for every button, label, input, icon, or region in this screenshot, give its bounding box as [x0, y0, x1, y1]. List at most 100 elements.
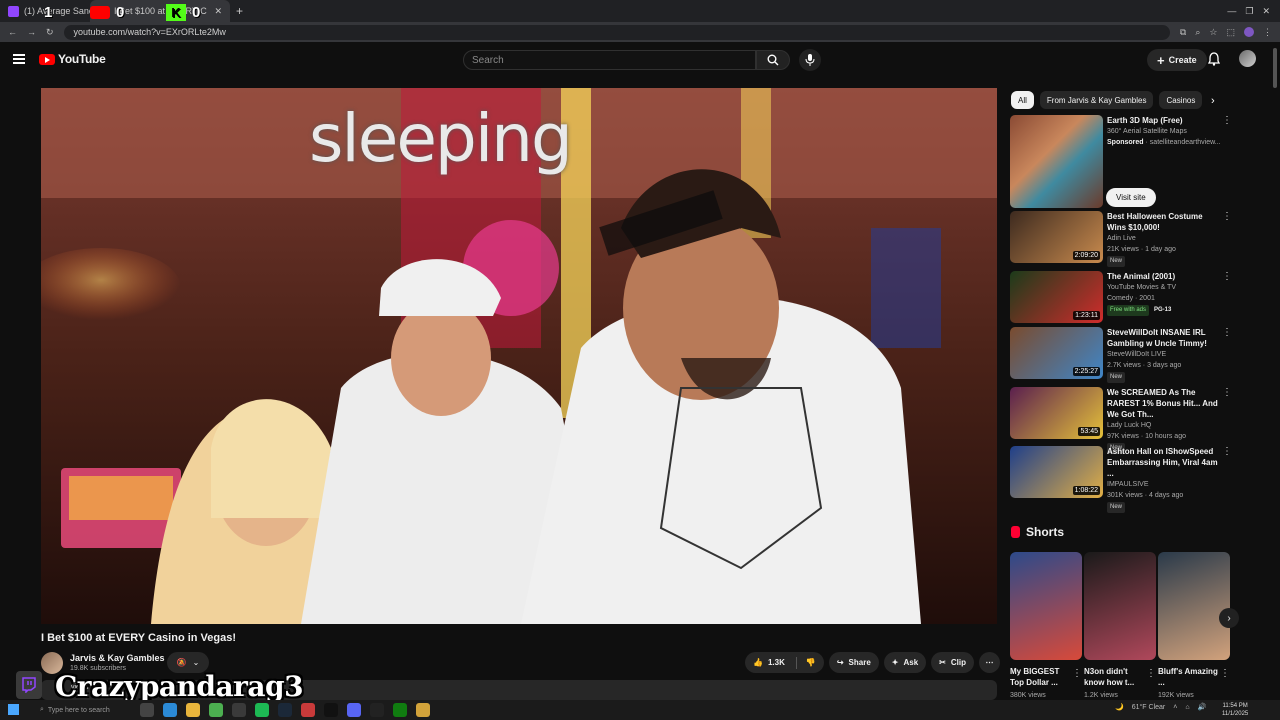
close-window-icon[interactable]: ✕ [1262, 6, 1270, 17]
short-title[interactable]: My BIGGEST Top Dollar ... [1010, 666, 1070, 688]
chip-from-channel[interactable]: From Jarvis & Kay Gambles [1039, 91, 1154, 109]
more-options-icon[interactable]: ⋮ [1222, 387, 1232, 398]
short-views: 192K views [1158, 692, 1194, 699]
minimize-icon[interactable]: — [1227, 6, 1236, 16]
chevron-up-icon[interactable]: ˄ [1173, 704, 1177, 711]
more-options-icon[interactable]: ⋮ [1222, 271, 1232, 282]
logo-text: YouTube [58, 52, 106, 66]
menu-icon[interactable] [13, 54, 25, 64]
spotify-icon[interactable] [255, 703, 269, 717]
more-options-icon[interactable]: ⋮ [1222, 211, 1232, 222]
recommendation-info: The Animal (2001) YouTube Movies & TV Come… [1107, 271, 1222, 323]
more-options-icon[interactable]: ⋮ [1222, 115, 1232, 126]
recommended-video[interactable]: 1:08:22 Ashton Hall on IShowSpeed Embarra… [1010, 446, 1232, 513]
close-tab-icon[interactable]: ✕ [214, 6, 222, 17]
more-options-icon[interactable]: ⋮ [1222, 446, 1232, 457]
short-title[interactable]: N3on didn't know how t... [1084, 666, 1144, 688]
search-placeholder: Search [472, 55, 504, 66]
video-thumbnail[interactable]: 2:25:27 [1010, 327, 1103, 379]
short-thumbnail[interactable] [1084, 552, 1156, 660]
maximize-icon[interactable]: ❐ [1245, 6, 1253, 17]
zoom-icon[interactable]: ⌕ [1195, 27, 1200, 38]
profile-icon[interactable] [1244, 27, 1254, 37]
taskbar-clock[interactable]: 11:54 PM 11/1/2025 [1222, 702, 1248, 718]
chrome-icon[interactable] [209, 703, 223, 717]
extensions-icon[interactable]: ⬚ [1226, 27, 1235, 38]
youtube-logo[interactable]: YouTube [39, 52, 106, 66]
bell-icon [1207, 52, 1221, 66]
recommendation-badge: New [1107, 372, 1126, 383]
like-button[interactable]: 👍 1.3K 👎 [745, 652, 824, 673]
video-thumbnail[interactable]: 53:45 [1010, 387, 1103, 439]
edge-icon[interactable] [163, 703, 177, 717]
browser-extensions: ⧉ ⌕ ☆ ⬚ ⋮ [1180, 27, 1272, 38]
kick-app-icon[interactable] [370, 703, 384, 717]
ad-domain: satelliteandearthview... [1149, 139, 1221, 146]
obs-icon[interactable] [232, 703, 246, 717]
voice-search-button[interactable] [799, 49, 821, 71]
taskbar-search[interactable]: ⌕ Type here to search [40, 703, 135, 717]
back-icon[interactable]: ← [8, 27, 17, 37]
new-tab-icon[interactable]: + [236, 4, 243, 18]
recommendation-channel: YouTube Movies & TV [1107, 284, 1177, 291]
chip-casinos[interactable]: Casinos [1159, 91, 1203, 109]
shorts-next-button[interactable]: › [1219, 608, 1239, 628]
create-button[interactable]: + Create [1147, 49, 1207, 71]
recommended-video[interactable]: 2:25:27 SteveWillDoIt INSANE IRL Gambling… [1010, 327, 1232, 383]
chip-all[interactable]: All [1011, 91, 1034, 109]
recommended-video[interactable]: 53:45 We SCREAMED As The RAREST 1% Bonus … [1010, 387, 1232, 454]
bookmark-star-icon[interactable]: ☆ [1209, 27, 1217, 38]
short-thumbnail[interactable] [1158, 552, 1230, 660]
recommendation-meta: 97K views · 10 hours ago [1107, 433, 1186, 440]
notifications-button[interactable] [1207, 52, 1221, 71]
share-button[interactable]: ↪ Share [828, 652, 879, 673]
tiktok-icon[interactable] [324, 703, 338, 717]
install-icon[interactable]: ⧉ [1180, 27, 1186, 38]
plus-icon: + [1157, 52, 1165, 68]
reload-icon[interactable]: ↻ [46, 27, 54, 38]
url-field[interactable]: youtube.com/watch?v=EXrORLte2Mw [63, 24, 1170, 40]
recommended-video[interactable]: 2:09:20 Best Halloween Costume Wins $10,0… [1010, 211, 1232, 267]
recommendation-title: The Animal (2001) [1107, 272, 1176, 281]
page-scrollbar[interactable] [1273, 48, 1277, 88]
duration-badge: 1:08:22 [1072, 486, 1100, 495]
video-player[interactable]: sleeping [41, 88, 997, 624]
task-view-icon[interactable] [140, 703, 154, 717]
more-options-icon[interactable]: ⋮ [1146, 668, 1156, 679]
search-input[interactable]: Search [463, 50, 756, 70]
browser-menu-icon[interactable]: ⋮ [1263, 27, 1272, 38]
video-thumbnail[interactable]: 2:09:20 [1010, 211, 1103, 263]
more-options-icon[interactable]: ⋮ [1220, 668, 1230, 679]
app-icon[interactable] [301, 703, 315, 717]
short-title[interactable]: Bluff's Amazing ... [1158, 666, 1218, 688]
account-avatar[interactable] [1239, 50, 1256, 67]
xbox-icon[interactable] [393, 703, 407, 717]
short-thumbnail[interactable] [1010, 552, 1082, 660]
channel-name[interactable]: Jarvis & Kay Gambles [70, 653, 165, 663]
window-controls: — ❐ ✕ [1227, 6, 1280, 17]
thumbs-down-icon[interactable]: 👎 [806, 658, 816, 667]
visit-site-button[interactable]: Visit site [1106, 188, 1156, 207]
video-thumbnail[interactable]: 1:23:11 [1010, 271, 1103, 323]
recommendation-meta: 301K views · 4 days ago [1107, 492, 1184, 499]
ad-thumbnail[interactable] [1010, 115, 1103, 208]
chevron-right-icon[interactable]: › [1211, 95, 1215, 107]
more-options-icon[interactable]: ⋮ [1072, 668, 1082, 679]
discord-icon[interactable] [347, 703, 361, 717]
thumbs-up-icon: 👍 [753, 658, 763, 667]
twitch-favicon-icon [8, 5, 19, 17]
file-explorer-icon[interactable] [186, 703, 200, 717]
app-icon-2[interactable] [416, 703, 430, 717]
search-button[interactable] [756, 50, 790, 70]
steam-icon[interactable] [278, 703, 292, 717]
more-options-icon[interactable]: ⋮ [1222, 327, 1232, 338]
network-icon[interactable]: ⌂ [1185, 704, 1189, 711]
forward-icon[interactable]: → [27, 27, 36, 37]
video-thumbnail[interactable]: 1:08:22 [1010, 446, 1103, 498]
more-actions-button[interactable]: ⋯ [978, 652, 1000, 673]
volume-icon[interactable]: 🔊 [1198, 703, 1207, 711]
clip-button[interactable]: ✂ Clip [931, 652, 974, 673]
windows-start-icon[interactable] [8, 704, 19, 715]
recommended-video[interactable]: 1:23:11 The Animal (2001) YouTube Movies &… [1010, 271, 1232, 323]
ask-button[interactable]: ✦ Ask [883, 652, 927, 673]
